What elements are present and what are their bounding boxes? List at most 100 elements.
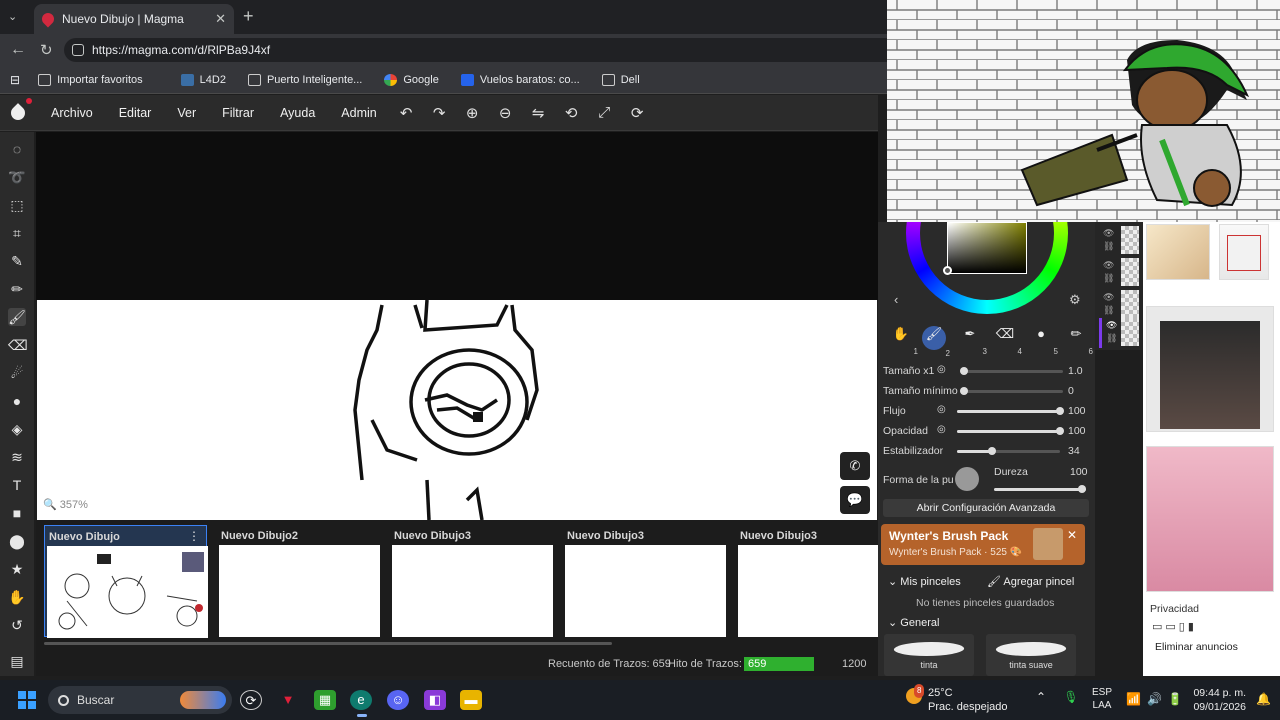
- selection-icon[interactable]: ◌: [8, 140, 26, 158]
- ad-image[interactable]: [1146, 224, 1210, 280]
- eye-icon[interactable]: 👁: [1106, 320, 1117, 331]
- site-info-icon[interactable]: [72, 44, 84, 56]
- crop-icon[interactable]: ⌗: [8, 224, 26, 242]
- system-icons[interactable]: 📶🔊🔋: [1126, 692, 1189, 706]
- bookmark-vuelos[interactable]: Vuelos baratos: co...: [460, 73, 580, 86]
- size-slider[interactable]: [960, 367, 1063, 375]
- microphone-icon[interactable]: 🎙: [1063, 690, 1078, 704]
- general-header[interactable]: ⌄ General: [888, 616, 939, 629]
- file-explorer-icon[interactable]: ▬: [460, 690, 482, 710]
- lock-icon[interactable]: ⛓: [1103, 305, 1114, 316]
- pressure-icon[interactable]: ◎: [937, 404, 946, 415]
- drawings-scrollbar[interactable]: [44, 642, 612, 645]
- weather-widget[interactable]: 8 25°C Prac. despejado: [906, 684, 1008, 714]
- menu-admin[interactable]: Admin: [341, 106, 376, 120]
- brush-pack-promo[interactable]: Wynter's Brush Pack Wynter's Brush Pack …: [881, 524, 1085, 565]
- magma-logo[interactable]: [0, 95, 36, 131]
- min-size-slider[interactable]: [960, 387, 1063, 395]
- my-brushes-header[interactable]: ⌄ Mis pinceles: [888, 575, 961, 588]
- undo-icon[interactable]: ↶: [398, 104, 415, 122]
- fill-icon[interactable]: ◈: [8, 420, 26, 438]
- eye-icon[interactable]: 👁: [1103, 228, 1114, 239]
- menu-archivo[interactable]: Archivo: [51, 106, 93, 120]
- opacity-slider[interactable]: [957, 427, 1064, 435]
- drawing-tab[interactable]: Nuevo Dibujo2: [217, 525, 380, 637]
- blur-icon[interactable]: ●: [8, 392, 26, 410]
- menu-filtrar[interactable]: Filtrar: [222, 106, 254, 120]
- brush-slot-5[interactable]: ● 5: [1028, 326, 1058, 356]
- color-picker-handle[interactable]: [943, 266, 952, 275]
- advanced-settings-button[interactable]: Abrir Configuración Avanzada: [883, 499, 1089, 517]
- url-field[interactable]: https://magma.com/d/RlPBa9J4xf: [64, 38, 887, 62]
- slider-knob[interactable]: [960, 367, 968, 375]
- drawing-tab[interactable]: Nuevo Dibujo ⋮: [44, 525, 208, 638]
- rotate-icon[interactable]: ⟲: [563, 104, 580, 122]
- layer-item[interactable]: 👁 ⛓: [1099, 226, 1139, 256]
- transform-icon[interactable]: ⬚: [8, 196, 26, 214]
- minecraft-icon[interactable]: ▦: [314, 690, 336, 710]
- hardness-slider[interactable]: [994, 485, 1086, 493]
- brush-slot-4[interactable]: ⌫ 4: [992, 326, 1022, 356]
- zoom-out-icon[interactable]: ⊖: [497, 104, 514, 122]
- bookmark-dell[interactable]: Dell: [601, 73, 640, 86]
- slider-knob[interactable]: [1078, 485, 1086, 493]
- menu-editar[interactable]: Editar: [119, 106, 152, 120]
- lock-icon[interactable]: ⛓: [1103, 273, 1114, 284]
- brush-shape-preview[interactable]: [955, 467, 979, 491]
- drawing-tab[interactable]: Nuevo Dibujo3: [390, 525, 553, 637]
- bookmark-google[interactable]: Google: [384, 73, 439, 86]
- drawing-canvas[interactable]: [37, 300, 877, 520]
- ad-image[interactable]: [1146, 306, 1274, 432]
- slider-knob[interactable]: [1056, 427, 1064, 435]
- privacy-label[interactable]: Privacidad: [1150, 603, 1199, 615]
- edge-icon[interactable]: e: [350, 690, 372, 710]
- brush-icon[interactable]: 🖌: [8, 308, 26, 326]
- lock-icon[interactable]: ⛓: [1106, 333, 1117, 344]
- pressure-icon[interactable]: ◎: [937, 364, 946, 375]
- tab-search-icon[interactable]: ⌄: [8, 10, 17, 23]
- chat-button[interactable]: 💬: [840, 486, 870, 514]
- redo-icon[interactable]: ↷: [431, 104, 448, 122]
- tray-overflow-icon[interactable]: ⌃ 🎙: [1036, 690, 1079, 704]
- filmstrip-icon[interactable]: ▤: [8, 652, 26, 670]
- clock[interactable]: 09:44 p. m. 09/01/2026: [1190, 686, 1246, 714]
- bookmark-import[interactable]: Importar favoritos: [38, 73, 143, 86]
- slider-knob[interactable]: [960, 387, 968, 395]
- browser-tab[interactable]: Nuevo Dibujo | Magma ✕: [34, 4, 234, 34]
- ad-image[interactable]: [1219, 224, 1269, 280]
- close-tab-icon[interactable]: ✕: [215, 11, 226, 27]
- ad-image[interactable]: [1146, 446, 1274, 592]
- vivaldi-icon[interactable]: ▼: [277, 690, 299, 710]
- smudge-icon[interactable]: ☄: [8, 364, 26, 382]
- add-brush-button[interactable]: 🖌 Agregar pincel: [987, 575, 1074, 588]
- layer-item-selected[interactable]: 👁 ⛓: [1099, 318, 1139, 348]
- drawing-tab[interactable]: Nuevo Dibujo3: [736, 525, 899, 637]
- ellipse-icon[interactable]: ⬤: [8, 532, 26, 550]
- flow-slider[interactable]: [957, 407, 1064, 415]
- bookmark-l4d2[interactable]: L4D2: [180, 73, 226, 86]
- stabilizer-slider[interactable]: [957, 447, 1060, 455]
- saturation-square[interactable]: [947, 222, 1027, 274]
- brush-slot-1[interactable]: ✋ 1: [888, 326, 918, 356]
- privacy-controls-icon[interactable]: ▭▭▯▮: [1152, 620, 1197, 633]
- color-wheel[interactable]: [906, 222, 1068, 314]
- chevron-left-icon[interactable]: ‹: [894, 292, 898, 307]
- remove-ads-link[interactable]: Eliminar anuncios: [1155, 641, 1238, 653]
- brush-preset-tinta-suave[interactable]: tinta suave: [986, 634, 1076, 676]
- bookmark-puerto[interactable]: Puerto Inteligente...: [247, 73, 362, 86]
- history-icon[interactable]: ↺: [8, 616, 26, 634]
- lock-icon[interactable]: ⛓: [1103, 241, 1114, 252]
- eraser-icon[interactable]: ⌫: [8, 336, 28, 354]
- hand-icon[interactable]: ✋: [8, 588, 26, 606]
- reset-view-icon[interactable]: ⟳: [629, 104, 646, 122]
- fullscreen-icon[interactable]: ⤢: [596, 104, 613, 121]
- brush-slot-6[interactable]: ✏ 6: [1063, 326, 1093, 356]
- copilot-icon[interactable]: ⟳: [240, 690, 262, 710]
- gear-icon[interactable]: ⚙: [1069, 292, 1081, 308]
- tab-groups-icon[interactable]: ⊟: [10, 73, 20, 87]
- close-icon[interactable]: ✕: [1067, 528, 1077, 542]
- slider-knob[interactable]: [1056, 407, 1064, 415]
- drawing-tab[interactable]: Nuevo Dibujo3: [563, 525, 726, 637]
- taskbar-search[interactable]: Buscar: [48, 686, 232, 714]
- eye-icon[interactable]: 👁: [1103, 260, 1114, 271]
